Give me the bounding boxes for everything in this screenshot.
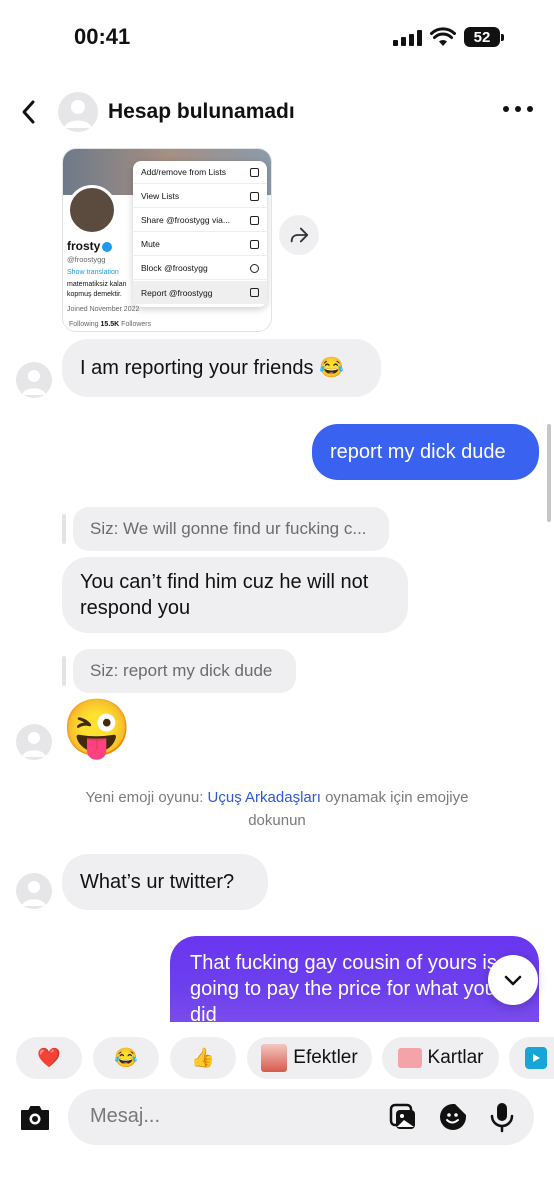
mute-icon: [250, 239, 259, 249]
shared-post-image[interactable]: frosty @froostygg Show translation matem…: [62, 148, 272, 332]
gallery-icon[interactable]: [388, 1102, 418, 1132]
flag-icon: [250, 288, 259, 297]
more-options-icon[interactable]: [503, 106, 533, 116]
share-arrow-icon: [290, 227, 309, 243]
sender-avatar[interactable]: [16, 724, 52, 760]
reply-reference[interactable]: Siz: report my dick dude: [73, 649, 296, 693]
sender-avatar[interactable]: [16, 873, 52, 909]
message-incoming[interactable]: You can’t find him cuz he will not respo…: [62, 557, 408, 633]
message-outgoing[interactable]: report my dick dude: [312, 424, 539, 480]
microphone-icon[interactable]: [489, 1101, 515, 1133]
forward-share-button[interactable]: [279, 215, 319, 255]
camera-button[interactable]: [17, 1100, 53, 1136]
message-outgoing-clip: That fucking gay cousin of yours is goin…: [170, 936, 539, 1022]
back-arrow-icon[interactable]: [18, 98, 42, 126]
quick-reaction-heart[interactable]: ❤️: [16, 1037, 82, 1079]
list-icon: [250, 191, 259, 201]
battery-icon: 52: [464, 27, 500, 47]
message-input[interactable]: Mesaj...: [90, 1105, 160, 1128]
menu-item-lists: Add/remove from Lists: [133, 161, 267, 184]
effects-icon: [261, 1044, 288, 1072]
menu-item-view-lists: View Lists: [133, 185, 267, 208]
play-icon: [525, 1047, 547, 1069]
sticker-icon[interactable]: [438, 1102, 468, 1132]
profile-joined: Joined November 2022: [67, 306, 140, 313]
profile-picture: [67, 185, 117, 235]
wifi-icon: [430, 27, 456, 46]
header-avatar[interactable]: [58, 92, 98, 132]
context-menu: Add/remove from Lists View Lists Share @…: [133, 161, 267, 307]
profile-name: frosty: [67, 239, 113, 253]
effects-button[interactable]: Efektler: [247, 1037, 372, 1079]
reply-reference[interactable]: Siz: We will gonne find ur fucking c...: [73, 507, 389, 551]
message-incoming[interactable]: What’s ur twitter?: [62, 854, 268, 910]
verified-badge-icon: [102, 241, 113, 252]
reply-indicator: [62, 514, 66, 544]
more-quick-actions-button[interactable]: [509, 1037, 554, 1079]
emoji-message[interactable]: 😜: [62, 696, 132, 760]
message-outgoing[interactable]: That fucking gay cousin of yours is goin…: [170, 936, 539, 1022]
emoji-game-link[interactable]: Uçuş Arkadaşları: [208, 789, 321, 806]
menu-item-block: Block @froostygg: [133, 257, 267, 280]
scrollbar[interactable]: [547, 424, 551, 522]
conversation-title[interactable]: Hesap bulunamadı: [108, 100, 295, 124]
status-time: 00:41: [74, 24, 131, 49]
profile-handle: @froostygg: [67, 255, 106, 264]
sender-avatar[interactable]: [16, 362, 52, 398]
menu-item-report: Report @froostygg: [133, 281, 267, 304]
profile-bio: matematiksiz kalan kopmuş demektir.: [67, 281, 127, 298]
menu-item-mute: Mute: [133, 233, 267, 256]
gift-card-icon: [397, 1048, 422, 1068]
cards-button[interactable]: Kartlar: [382, 1037, 499, 1079]
quick-reaction-laugh[interactable]: 😂: [93, 1037, 159, 1079]
camera-icon: [21, 1106, 49, 1130]
chevron-down-icon: [504, 975, 522, 986]
list-add-icon: [250, 167, 259, 177]
show-translation-link: Show translation: [67, 269, 119, 276]
cellular-signal-icon: [393, 30, 423, 46]
emoji-game-notice: Yeni emoji oyunu: Uçuş Arkadaşları oynam…: [85, 789, 469, 829]
profile-follow-counts: Following 15.5K Followers: [69, 321, 152, 328]
menu-item-share: Share @froostygg via...: [133, 209, 267, 232]
share-icon: [250, 215, 259, 225]
quick-reaction-thumbs-up[interactable]: 👍: [170, 1037, 236, 1079]
scroll-to-bottom-button[interactable]: [488, 955, 538, 1005]
reply-indicator: [62, 656, 66, 686]
block-icon: [250, 263, 259, 273]
message-incoming[interactable]: I am reporting your friends 😂: [62, 339, 381, 397]
battery-cap: [501, 34, 504, 41]
